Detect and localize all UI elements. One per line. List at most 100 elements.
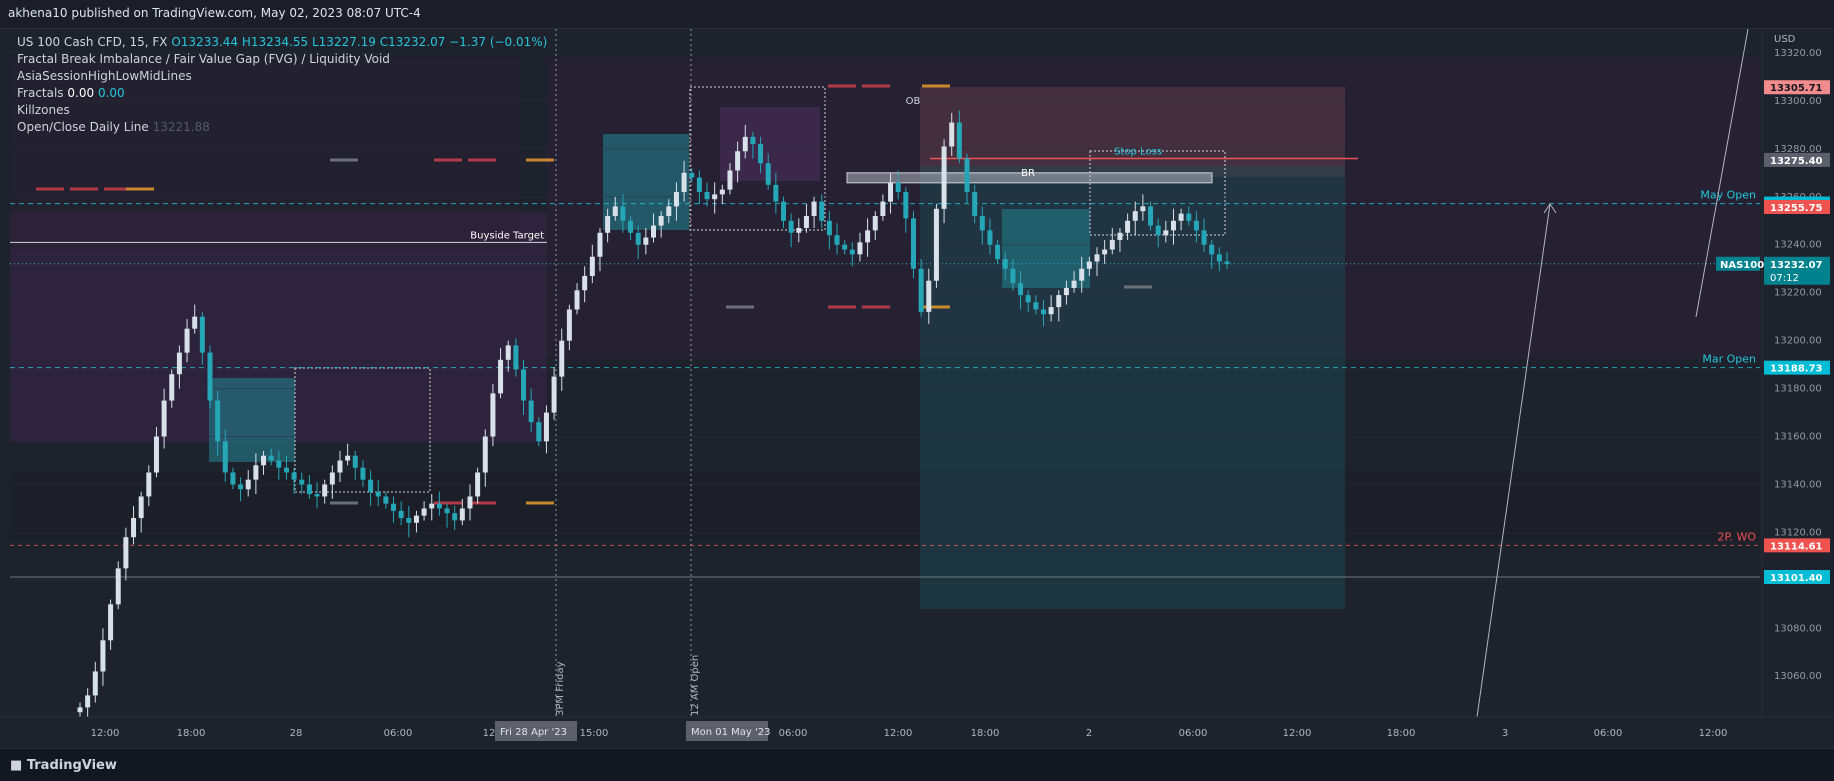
candle-body-76 xyxy=(658,215,664,226)
tradingview-logo[interactable]: ■ TradingView xyxy=(10,758,117,773)
candle-body-56 xyxy=(505,345,511,360)
fractals-value-1: 0.00 xyxy=(67,86,95,100)
price-chart[interactable]: May Open Mar Open 2P. WO Buyside Target OB St… xyxy=(0,29,1834,748)
x-highlight-1: Mon 01 May '23 xyxy=(691,727,771,738)
candle-body-57 xyxy=(513,345,519,370)
candle-body-51 xyxy=(467,496,473,509)
candle-body-122 xyxy=(1010,268,1016,284)
candle-body-91 xyxy=(773,184,779,202)
candle-body-47 xyxy=(436,503,442,509)
legend-open: O13233.44 xyxy=(171,35,239,49)
candle-body-38 xyxy=(368,479,374,492)
y-tick-5: 13160.00 xyxy=(1774,432,1822,443)
candle-body-16 xyxy=(199,316,205,353)
candle-body-73 xyxy=(635,232,641,245)
candle-body-67 xyxy=(589,256,595,276)
candle-body-107 xyxy=(895,182,901,193)
candle-body-126 xyxy=(1040,309,1046,315)
candle-body-81 xyxy=(696,177,702,193)
legend-indicator-asia[interactable]: AsiaSessionHighLowMidLines xyxy=(17,68,547,85)
x-tick-12: 12:00 xyxy=(1283,728,1312,739)
candle-body-149 xyxy=(1216,254,1222,262)
candle-body-84 xyxy=(719,189,725,195)
candle-body-55 xyxy=(498,359,504,394)
candle-body-121 xyxy=(1002,259,1008,269)
last-price-label: 13232.07 xyxy=(1770,260,1823,271)
candle-body-50 xyxy=(459,508,465,521)
candle-body-34 xyxy=(337,460,343,473)
x-tick-8: 12:00 xyxy=(884,728,913,739)
candle-body-135 xyxy=(1109,239,1115,250)
candle-body-26 xyxy=(276,460,282,468)
legend-indicator-fvg[interactable]: Fractal Break Imbalance / Fair Value Gap… xyxy=(17,51,547,68)
candle-body-129 xyxy=(1063,287,1069,296)
legend-indicator-openclose[interactable]: Open/Close Daily Line 13221.88 xyxy=(17,119,547,136)
legend-indicator-killzones[interactable]: Killzones xyxy=(17,102,547,119)
candle-body-128 xyxy=(1056,295,1062,308)
x-tick-5: 15:00 xyxy=(580,728,609,739)
candle-body-102 xyxy=(857,242,863,255)
candle-body-44 xyxy=(413,515,419,523)
candle-body-115 xyxy=(956,122,962,159)
candle-body-68 xyxy=(597,232,603,257)
candle-body-23 xyxy=(253,465,259,480)
price-label-6: 13101.40 xyxy=(1770,573,1823,584)
candle-body-8 xyxy=(138,496,144,519)
candle-body-43 xyxy=(406,518,412,523)
legend-close: C13232.07 xyxy=(379,35,446,49)
candle-body-63 xyxy=(559,340,565,377)
candle-body-70 xyxy=(612,206,618,216)
y-tick-9: 13240.00 xyxy=(1774,240,1822,251)
candle-body-88 xyxy=(750,136,756,145)
candle-body-7 xyxy=(131,518,137,538)
annotation-0: Buyside Target xyxy=(470,230,544,241)
chart-legend: US 100 Cash CFD, 15, FX O13233.44 H13234… xyxy=(17,34,547,136)
candle-body-104 xyxy=(872,215,878,231)
candle-body-33 xyxy=(329,472,335,485)
candle-body-17 xyxy=(207,352,213,401)
candle-body-66 xyxy=(582,275,588,291)
candle-body-136 xyxy=(1117,232,1123,240)
candle-body-86 xyxy=(735,151,741,171)
candle-body-148 xyxy=(1209,244,1215,255)
x-tick-7: 06:00 xyxy=(779,728,808,739)
candle-body-28 xyxy=(291,472,297,480)
candle-body-119 xyxy=(987,230,993,245)
candle-body-96 xyxy=(811,201,817,216)
last-price-time: 07:12 xyxy=(1770,273,1799,284)
candle-body-53 xyxy=(482,436,488,473)
candle-body-0 xyxy=(77,707,83,713)
y-tick-6: 13180.00 xyxy=(1774,384,1822,395)
candle-body-94 xyxy=(796,227,802,233)
candle-body-145 xyxy=(1186,213,1192,221)
time-axis[interactable] xyxy=(0,717,1834,748)
candle-body-14 xyxy=(184,328,190,353)
candle-body-48 xyxy=(444,508,450,514)
candle-body-133 xyxy=(1094,254,1100,262)
symbol-tag: NAS100 xyxy=(1720,260,1764,271)
candle-body-87 xyxy=(742,136,748,152)
candle-body-60 xyxy=(536,422,542,442)
zone-lower xyxy=(10,471,1760,541)
candle-body-15 xyxy=(192,316,198,329)
y-tick-13: 13320.00 xyxy=(1774,48,1822,59)
x-tick-2: 28 xyxy=(290,728,303,739)
openclose-label: Open/Close Daily Line xyxy=(17,120,149,134)
fvg-box-2 xyxy=(209,378,295,462)
y-tick-1: 13080.00 xyxy=(1774,623,1822,634)
y-tick-0: 13060.00 xyxy=(1774,671,1822,682)
trade-target-zone xyxy=(920,166,1345,609)
fractals-label: Fractals xyxy=(17,86,64,100)
candle-body-19 xyxy=(222,441,228,473)
legend-symbol-row[interactable]: US 100 Cash CFD, 15, FX O13233.44 H13234… xyxy=(17,34,547,51)
candle-body-11 xyxy=(161,400,167,437)
candle-body-123 xyxy=(1018,283,1024,296)
candle-body-74 xyxy=(643,237,649,245)
fractals-value-2: 0.00 xyxy=(97,86,125,100)
candle-body-85 xyxy=(727,170,733,190)
candle-body-22 xyxy=(245,479,251,490)
candle-body-82 xyxy=(704,192,710,200)
price-label-3: 13255.75 xyxy=(1770,203,1823,214)
price-label-4: 13188.73 xyxy=(1770,364,1823,375)
legend-indicator-fractals[interactable]: Fractals 0.00 0.00 xyxy=(17,85,547,102)
